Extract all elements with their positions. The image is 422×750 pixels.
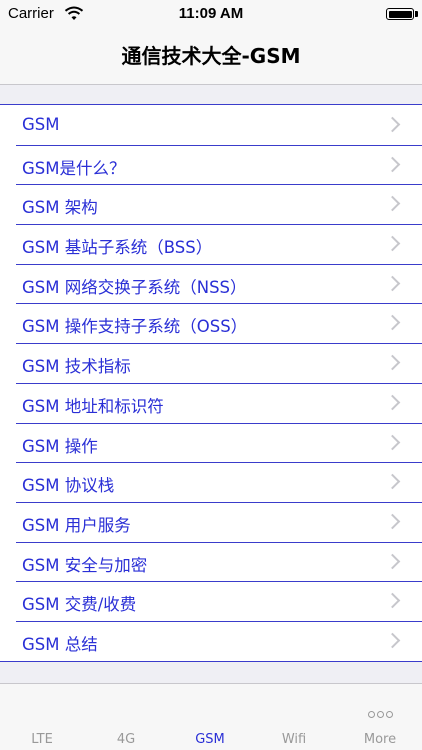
topic-list: GSM GSM是什么？ GSM 架构 GSM 基站子系统（BSS） GSM 网络… xyxy=(0,104,422,662)
chevron-right-icon xyxy=(384,235,401,252)
list-item[interactable]: GSM 协议栈 xyxy=(0,462,422,502)
list-item-label: GSM是什么？ xyxy=(22,158,126,178)
list-item[interactable]: GSM 安全与加密 xyxy=(0,541,422,582)
list-item[interactable]: GSM 交费/收费 xyxy=(0,581,422,621)
list-item[interactable]: GSM xyxy=(0,105,422,145)
list-item-label: GSM 操作支持子系统（OSS） xyxy=(22,317,248,337)
list-item-label: GSM 网络交换子系统（NSS） xyxy=(22,277,247,297)
chevron-right-icon xyxy=(384,116,401,133)
status-bar: Carrier 11:09 AM xyxy=(0,0,422,28)
list-item[interactable]: GSM 用户服务 xyxy=(0,501,422,542)
tab-gsm[interactable]: GSM xyxy=(168,732,252,747)
chevron-right-icon xyxy=(384,434,401,450)
list-item[interactable]: GSM 基站子系统（BSS） xyxy=(0,224,422,264)
chevron-right-icon xyxy=(384,473,401,490)
list-item-label: GSM 地址和标识符 xyxy=(22,396,164,416)
page-title: 通信技术大全-GSM xyxy=(121,44,301,68)
list-item-label: GSM 架构 xyxy=(22,198,98,218)
list-item[interactable]: GSM 操作支持子系统（OSS） xyxy=(0,303,422,344)
list-item-label: GSM 操作 xyxy=(22,436,98,456)
list-item-label: GSM xyxy=(22,115,60,134)
list-item-label: GSM 交费/收费 xyxy=(22,595,137,615)
status-time: 11:09 AM xyxy=(178,5,244,22)
tab-more[interactable]: More xyxy=(338,687,422,747)
list-item-label: GSM 协议栈 xyxy=(22,476,115,496)
chevron-right-icon xyxy=(384,394,401,411)
more-dots-icon xyxy=(338,707,422,722)
tab-label: GSM xyxy=(195,732,225,747)
battery-icon xyxy=(386,8,414,20)
chevron-right-icon xyxy=(384,354,401,371)
list-item[interactable]: GSM 操作 xyxy=(0,422,422,463)
list-item-label: GSM 安全与加密 xyxy=(22,555,148,575)
list-item[interactable]: GSM 技术指标 xyxy=(0,343,422,383)
chevron-right-icon xyxy=(384,513,401,530)
list-item[interactable]: GSM 地址和标识符 xyxy=(0,382,422,423)
battery-cap-icon xyxy=(415,11,418,17)
list-item-label: GSM 基站子系统（BSS） xyxy=(22,238,213,258)
list-item-label: GSM 总结 xyxy=(22,634,98,654)
tab-label: Wifi xyxy=(281,732,307,747)
tab-label: More xyxy=(363,732,397,747)
tab-label: LTE xyxy=(31,732,53,747)
list-item-label: GSM 技术指标 xyxy=(22,357,131,377)
tab-label: 4G xyxy=(116,732,136,747)
chevron-right-icon xyxy=(384,553,401,569)
tab-wifi[interactable]: Wifi xyxy=(252,732,336,747)
list-item[interactable]: GSM 网络交换子系统（NSS） xyxy=(0,263,422,304)
chevron-right-icon xyxy=(384,156,401,172)
list-item-label: GSM 用户服务 xyxy=(22,515,131,535)
chevron-right-icon xyxy=(384,275,401,292)
list-item[interactable]: GSM 架构 xyxy=(0,184,422,225)
list-item[interactable]: GSM 总结 xyxy=(0,620,422,661)
chevron-right-icon xyxy=(384,592,401,609)
tab-bar: LTE 4G GSM Wifi More xyxy=(0,683,422,750)
navigation-bar: 通信技术大全-GSM xyxy=(0,28,422,85)
list-item[interactable]: GSM是什么？ xyxy=(0,144,422,185)
tab-4g[interactable]: 4G xyxy=(84,732,168,747)
chevron-right-icon xyxy=(384,196,401,212)
tab-lte[interactable]: LTE xyxy=(0,732,84,747)
chevron-right-icon xyxy=(384,632,401,649)
chevron-right-icon xyxy=(384,315,401,331)
